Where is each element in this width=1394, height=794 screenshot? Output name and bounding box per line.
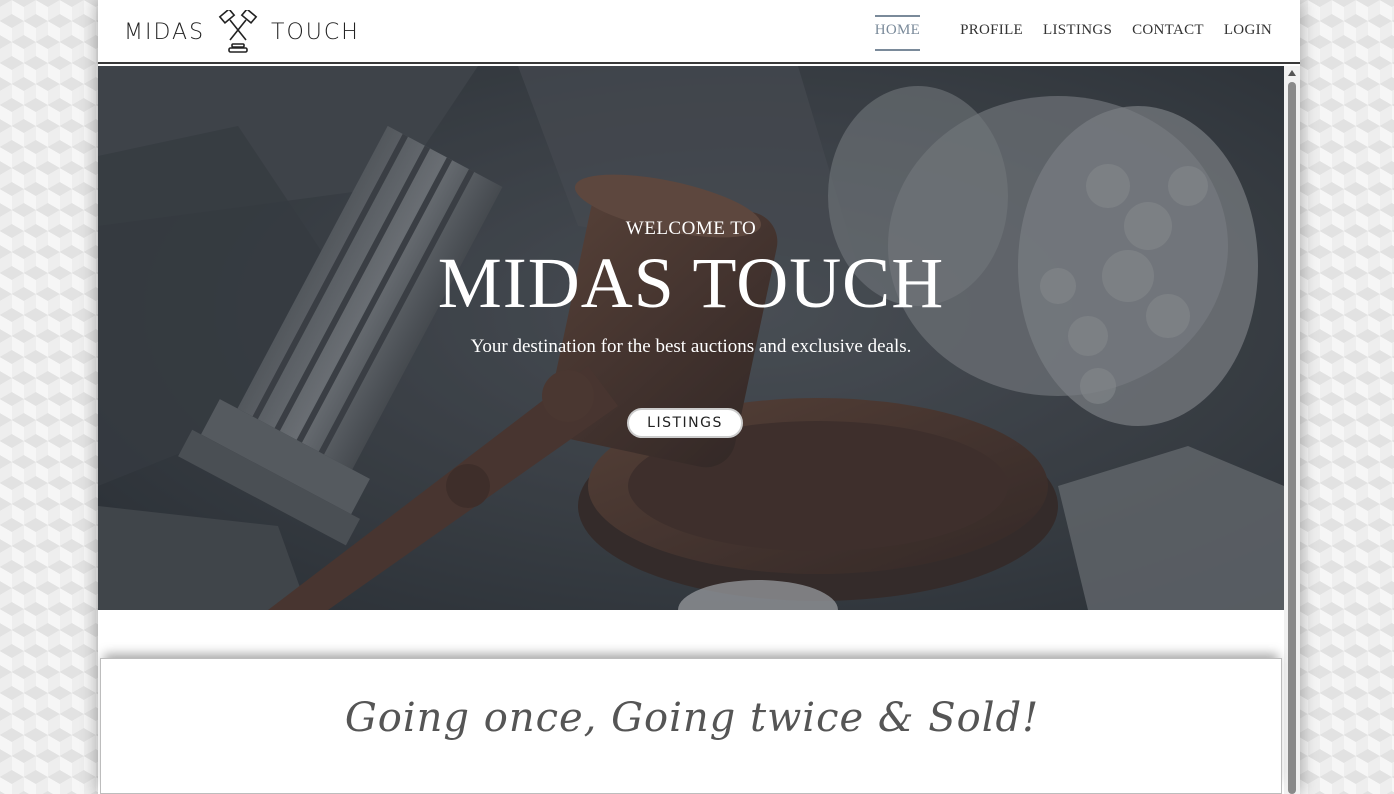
- hero-welcome: WELCOME TO: [625, 218, 757, 239]
- hero-banner: WELCOME TO MIDAS TOUCH Your destination …: [98, 66, 1284, 610]
- scroll-thumb[interactable]: [1288, 82, 1296, 794]
- nav-home[interactable]: HOME: [874, 14, 921, 51]
- slogan-section: Going once, Going twice & Sold!: [100, 658, 1282, 794]
- site-logo[interactable]: MIDAS TOUCH: [124, 10, 360, 54]
- nav-profile[interactable]: PROFILE: [960, 16, 1023, 45]
- main-nav: HOME PROFILE LISTINGS CONTACT LOGIN: [855, 0, 1272, 60]
- site-header: MIDAS TOUCH HOME PROFILE LISTINGS CONTAC…: [98, 0, 1300, 64]
- logo-word-left: MIDAS: [124, 19, 206, 45]
- nav-login[interactable]: LOGIN: [1224, 16, 1272, 45]
- slogan-text: Going once, Going twice & Sold!: [344, 695, 1040, 741]
- scroll-up-arrow-icon[interactable]: [1288, 70, 1296, 76]
- nav-listings[interactable]: LISTINGS: [1043, 16, 1112, 45]
- page-container: MIDAS TOUCH HOME PROFILE LISTINGS CONTAC…: [98, 0, 1300, 794]
- hero-title: MIDAS TOUCH: [437, 243, 945, 323]
- vertical-scrollbar[interactable]: [1284, 66, 1300, 794]
- hero-tagline: Your destination for the best auctions a…: [470, 336, 912, 357]
- logo-word-right: TOUCH: [271, 19, 360, 45]
- nav-contact[interactable]: CONTACT: [1132, 16, 1204, 45]
- listings-button[interactable]: LISTINGS: [627, 408, 743, 438]
- crossed-gavels-icon: [218, 10, 258, 53]
